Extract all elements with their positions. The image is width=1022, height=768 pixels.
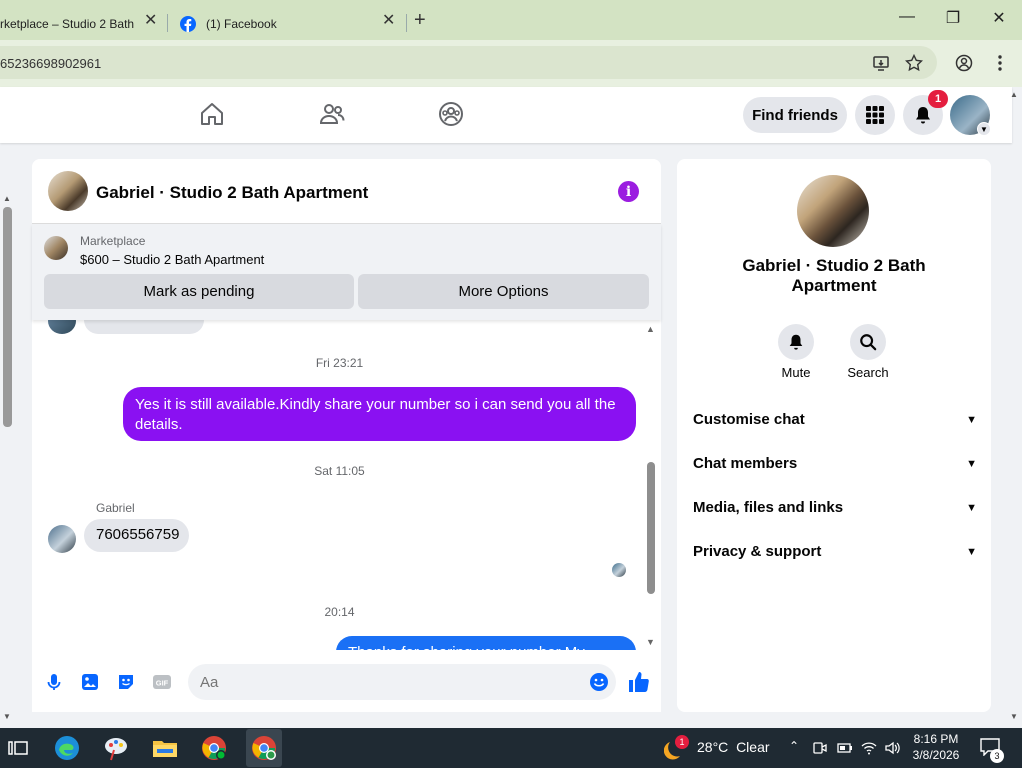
search-label: Search [847, 365, 889, 380]
more-options-button[interactable]: More Options [358, 274, 649, 309]
profile-avatar[interactable] [797, 175, 869, 247]
friends-icon[interactable] [318, 100, 346, 128]
bell-icon [789, 334, 803, 350]
section-chat-members[interactable]: Chat members ▼ [693, 455, 977, 472]
listing-title[interactable]: $600 – Studio 2 Bath Apartment [80, 252, 264, 267]
mute-button[interactable] [778, 324, 814, 360]
thumbs-up-icon[interactable] [627, 670, 651, 694]
section-label: Customise chat [693, 411, 805, 428]
weather-readout[interactable]: 28°C Clear [697, 739, 770, 755]
home-icon[interactable] [198, 100, 226, 128]
chat-title[interactable]: Gabriel · Studio 2 Bath Apartment [96, 183, 368, 203]
emoji-icon[interactable] [589, 672, 609, 692]
message-bubble-outgoing[interactable]: Yes it is still available.Kindly share y… [123, 387, 636, 441]
gif-icon[interactable]: GIF [152, 672, 172, 692]
section-label: Chat members [693, 455, 798, 472]
install-app-icon[interactable] [872, 54, 890, 72]
clock[interactable]: 8:16 PM 3/8/2026 [908, 731, 964, 763]
tab-label: rketplace – Studio 2 Bath [0, 16, 135, 31]
chat-scrollbar[interactable] [647, 462, 655, 594]
chevron-down-icon[interactable]: ▼ [977, 122, 991, 136]
find-friends-button[interactable]: Find friends [743, 97, 847, 133]
url-text: 65236698902961 [0, 56, 102, 71]
microphone-icon[interactable] [44, 672, 64, 692]
weather-badge: 1 [675, 735, 689, 749]
menu-dots-icon[interactable] [996, 54, 1004, 72]
temperature: 28°C [697, 739, 729, 755]
section-label: Media, files and links [693, 499, 844, 516]
time: 8:16 PM [913, 732, 959, 746]
weather-condition: Clear [736, 739, 770, 755]
tab-facebook[interactable]: (1) Facebook [170, 7, 406, 40]
message-timestamp: 20:14 [324, 605, 355, 619]
section-media-files[interactable]: Media, files and links ▼ [693, 499, 977, 516]
info-icon[interactable]: i [618, 181, 639, 202]
close-window-button[interactable]: ✕ [984, 8, 1014, 28]
chevron-down-icon: ▼ [966, 413, 977, 426]
sticker-icon[interactable] [116, 672, 136, 692]
mark-as-pending-button[interactable]: Mark as pending [44, 274, 354, 309]
edge-icon[interactable] [53, 734, 81, 762]
page-scrollbar[interactable] [3, 207, 12, 427]
grid-menu-icon [866, 106, 884, 124]
groups-icon[interactable] [437, 100, 465, 128]
message-timestamp: Fri 23:21 [315, 356, 364, 370]
chat-scroll-down-arrow[interactable]: ▼ [646, 637, 655, 647]
notification-count-badge: 3 [990, 749, 1004, 763]
minimize-button[interactable]: — [892, 8, 922, 26]
message-timestamp: Sat 11:05 [314, 464, 365, 478]
meet-now-icon[interactable] [812, 740, 828, 756]
chat-avatar[interactable] [48, 171, 88, 211]
sender-name: Gabriel [96, 501, 135, 515]
tab-marketplace[interactable]: rketplace – Studio 2 Bath [0, 7, 168, 40]
seen-indicator-avatar [612, 563, 626, 577]
scroll-up-arrow[interactable]: ▲ [1010, 90, 1018, 99]
file-explorer-icon[interactable] [151, 734, 179, 762]
search-button[interactable] [850, 324, 886, 360]
chevron-down-icon: ▼ [966, 457, 977, 470]
profile-title: Gabriel · Studio 2 Bath Apartment [742, 256, 926, 295]
close-tab-icon[interactable]: ✕ [382, 10, 395, 30]
marketplace-label: Marketplace [80, 234, 146, 248]
facebook-icon [180, 15, 196, 32]
listing-thumbnail[interactable] [44, 236, 68, 260]
profile-icon[interactable] [955, 54, 973, 72]
svg-text:GIF: GIF [156, 679, 169, 688]
section-customise-chat[interactable]: Customise chat ▼ [693, 411, 977, 428]
scroll-down-arrow[interactable]: ▼ [1010, 712, 1018, 721]
chrome-profile-icon[interactable] [250, 734, 278, 762]
mute-label: Mute [781, 365, 811, 380]
photo-icon[interactable] [80, 672, 100, 692]
sender-avatar[interactable] [48, 525, 76, 553]
chevron-down-icon: ▼ [966, 545, 977, 558]
maximize-button[interactable]: ❐ [938, 8, 968, 28]
task-view-icon[interactable] [4, 734, 32, 762]
section-label: Privacy & support [693, 543, 822, 560]
chevron-up-icon[interactable]: ⌃ [789, 739, 799, 753]
bookmark-star-icon[interactable] [905, 54, 923, 72]
search-icon [860, 334, 877, 351]
section-privacy-support[interactable]: Privacy & support ▼ [693, 543, 977, 560]
tab-label: (1) Facebook [206, 16, 277, 31]
scroll-up-arrow[interactable]: ▲ [3, 194, 11, 203]
volume-icon[interactable] [884, 740, 900, 756]
chevron-down-icon: ▼ [966, 501, 977, 514]
new-tab-button[interactable]: + [414, 9, 426, 32]
wifi-icon[interactable] [861, 740, 877, 756]
menu-button[interactable] [855, 95, 895, 135]
date: 3/8/2026 [912, 748, 960, 762]
tab-divider [406, 14, 407, 32]
message-bubble-incoming[interactable]: 7606556759 [84, 519, 189, 552]
notification-badge: 1 [928, 90, 948, 108]
scroll-down-arrow[interactable]: ▼ [3, 712, 11, 721]
tab-divider [167, 14, 168, 32]
address-bar[interactable] [0, 46, 937, 79]
chat-scroll-up-arrow[interactable]: ▲ [646, 324, 655, 334]
close-tab-icon[interactable]: ✕ [144, 10, 157, 30]
message-input[interactable] [188, 664, 616, 700]
chrome-icon[interactable] [200, 734, 228, 762]
bell-icon [916, 107, 930, 124]
battery-icon[interactable] [837, 741, 853, 755]
paint-app-icon[interactable] [102, 734, 130, 762]
